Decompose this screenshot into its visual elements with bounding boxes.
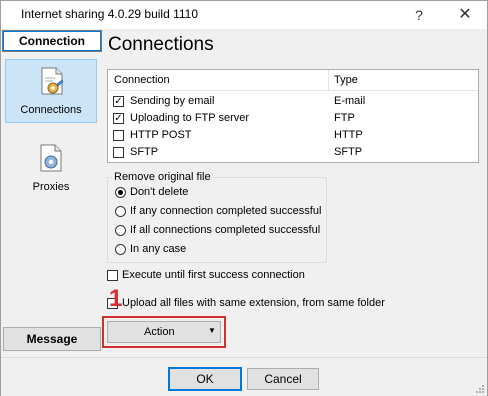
radio-button[interactable]	[115, 187, 126, 198]
table-row[interactable]: HTTP POST HTTP	[108, 128, 478, 145]
row-checkbox[interactable]	[113, 130, 124, 141]
radio-label[interactable]: If all connections completed successful	[130, 224, 320, 236]
column-header-connection[interactable]: Connection	[114, 74, 170, 86]
window-title: Internet sharing 4.0.29 build 1110	[21, 7, 199, 21]
radio-button[interactable]	[115, 244, 126, 255]
sidebar-item-proxies[interactable]: Proxies	[5, 137, 97, 201]
sidebar-item-label: Connections	[20, 104, 82, 116]
action-dropdown-button[interactable]: Action ▼	[107, 321, 221, 343]
document-gear-icon	[41, 67, 64, 95]
connection-type: HTTP	[334, 129, 363, 141]
sidebar-item-connections[interactable]: Connections	[5, 59, 97, 123]
nav-section-connection[interactable]: Connection	[2, 30, 102, 52]
document-gear-icon	[40, 144, 62, 172]
title-bar: Internet sharing 4.0.29 build 1110 ? ✕	[1, 1, 487, 29]
radio-label[interactable]: If any connection completed successful	[130, 205, 321, 217]
connection-type: FTP	[334, 112, 355, 124]
annotation-number: 1	[109, 285, 123, 312]
sidebar-nav: Connection Connections Proxies Message	[1, 29, 103, 357]
row-checkbox[interactable]: ✓	[113, 96, 124, 107]
cancel-button[interactable]: Cancel	[247, 368, 319, 390]
connections-table: Connection Type ✓ Sending by email E-mai…	[107, 69, 479, 163]
action-button-label: Action	[144, 326, 175, 338]
sidebar-item-label: Proxies	[32, 181, 70, 193]
caret-down-icon: ▼	[208, 326, 216, 335]
page-title: Connections	[108, 34, 214, 55]
help-button[interactable]: ?	[397, 1, 441, 29]
connection-name: HTTP POST	[130, 129, 192, 141]
connection-name: SFTP	[130, 146, 159, 158]
option-label[interactable]: Execute until first success connection	[122, 269, 305, 281]
ok-button[interactable]: OK	[168, 367, 242, 391]
connection-name: Sending by email	[130, 95, 215, 107]
table-row[interactable]: SFTP SFTP	[108, 145, 478, 162]
close-button[interactable]: ✕	[443, 1, 487, 29]
option-checkbox[interactable]	[107, 270, 118, 281]
remove-original-file-group: Remove original file Don't delete If any…	[107, 171, 327, 263]
radio-label[interactable]: In any case	[130, 243, 186, 255]
row-checkbox[interactable]: ✓	[113, 113, 124, 124]
group-legend: Remove original file	[112, 171, 213, 183]
option-label[interactable]: Upload all files with same extension, fr…	[122, 297, 385, 309]
connection-name: Uploading to FTP server	[130, 112, 250, 124]
resize-grip-icon[interactable]	[475, 384, 485, 394]
dialog-footer: OK Cancel	[1, 357, 487, 396]
table-row[interactable]: ✓ Sending by email E-mail	[108, 94, 478, 111]
dialog-window: Internet sharing 4.0.29 build 1110 ? ✕ C…	[0, 0, 488, 396]
column-divider[interactable]	[328, 70, 329, 90]
row-checkbox[interactable]	[113, 147, 124, 158]
connection-type: E-mail	[334, 95, 366, 107]
radio-button[interactable]	[115, 206, 126, 217]
table-row[interactable]: ✓ Uploading to FTP server FTP	[108, 111, 478, 128]
table-header: Connection Type	[108, 70, 478, 91]
radio-label[interactable]: Don't delete	[130, 186, 188, 198]
connection-type: SFTP	[334, 146, 363, 158]
column-header-type[interactable]: Type	[334, 74, 358, 86]
radio-button[interactable]	[115, 225, 126, 236]
nav-section-message[interactable]: Message	[3, 327, 101, 351]
